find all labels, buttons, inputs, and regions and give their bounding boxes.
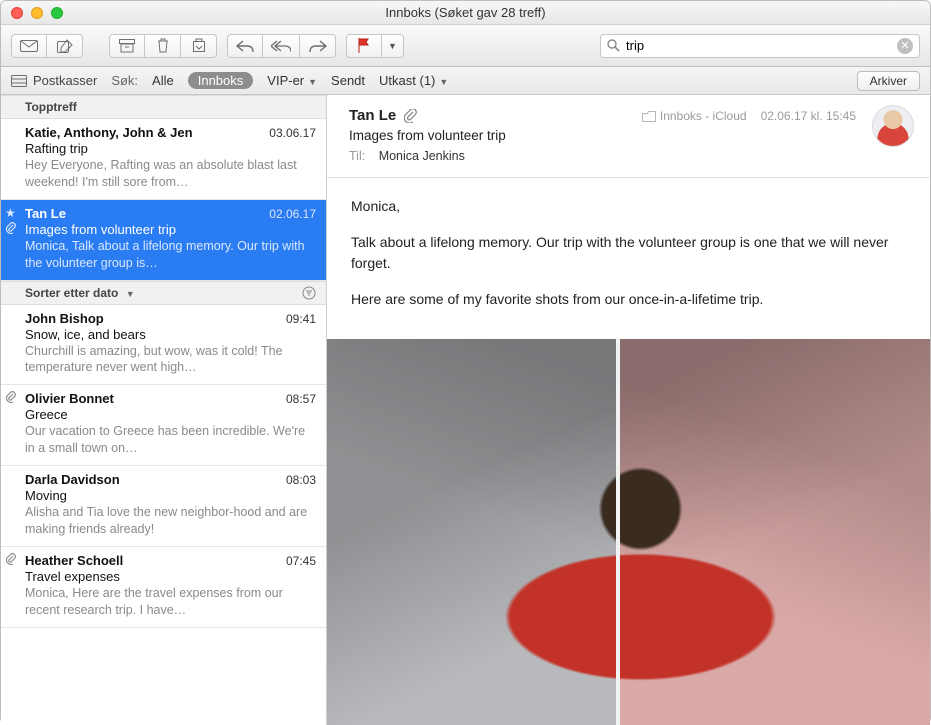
attachment-icon [5, 391, 16, 403]
toolbar: ▼ ✕ [1, 25, 930, 67]
body-paragraph: Talk about a lifelong memory. Our trip w… [351, 232, 906, 275]
folder-icon [642, 111, 656, 122]
top-hits-header: Topptreff [1, 95, 326, 119]
chevron-down-icon: ▼ [308, 77, 317, 87]
message-preview: Alisha and Tia love the new neighbor-hoo… [25, 504, 316, 538]
message-sender: Olivier Bonnet [25, 391, 114, 406]
chevron-down-icon: ▼ [388, 41, 397, 51]
reading-pane: Tan Le Innboks - iCloud 02.06.17 kl. 15:… [327, 95, 930, 725]
reply-icon [236, 40, 254, 52]
reply-all-icon [271, 40, 291, 52]
body-paragraph: Monica, [351, 196, 906, 218]
filter-icon[interactable] [302, 286, 316, 300]
message-row[interactable]: John Bishop 09:41 Snow, ice, and bears C… [1, 305, 326, 386]
message-subject: Moving [25, 488, 316, 503]
message-preview: Monica, Here are the travel expenses fro… [25, 585, 316, 619]
reader-from: Tan Le [349, 107, 396, 124]
reader-folder[interactable]: Innboks - iCloud [642, 109, 747, 123]
search-scope-label: Søk: [111, 73, 138, 88]
search-input[interactable] [626, 38, 897, 53]
scope-bar: Postkasser Søk: Alle Innboks VIP-er▼ Sen… [1, 67, 930, 95]
message-date: 08:03 [286, 473, 316, 487]
main-pane: Topptreff Katie, Anthony, John & Jen 03.… [1, 95, 930, 725]
star-icon: ★ [5, 206, 16, 220]
sort-header[interactable]: Sorter etter dato ▼ [1, 281, 326, 305]
archive-icon [119, 39, 135, 53]
message-date: 08:57 [286, 392, 316, 406]
attachment-icon [5, 553, 16, 565]
chevron-down-icon: ▼ [126, 289, 135, 299]
envelope-icon [20, 40, 38, 52]
archive-bar-button[interactable]: Arkiver [857, 71, 920, 91]
message-subject: Rafting trip [25, 141, 316, 156]
forward-icon [309, 40, 327, 52]
mailboxes-label: Postkasser [33, 73, 97, 88]
window-title: Innboks (Søket gav 28 treff) [1, 5, 930, 20]
forward-button[interactable] [300, 34, 336, 58]
avatar[interactable] [872, 105, 914, 147]
attachment-icon [404, 109, 417, 123]
delete-button[interactable] [145, 34, 181, 58]
message-sender: Tan Le [25, 206, 66, 221]
message-date: 07:45 [286, 554, 316, 568]
flag-menu-button[interactable]: ▼ [382, 34, 404, 58]
message-list[interactable]: Topptreff Katie, Anthony, John & Jen 03.… [1, 95, 327, 725]
archive-button[interactable] [109, 34, 145, 58]
message-row[interactable]: Darla Davidson 08:03 Moving Alisha and T… [1, 466, 326, 547]
message-sender: John Bishop [25, 311, 104, 326]
search-field-wrap: ✕ [600, 34, 920, 58]
message-subject: Travel expenses [25, 569, 316, 584]
scope-inbox[interactable]: Innboks [188, 72, 254, 89]
message-body: Monica, Talk about a lifelong memory. Ou… [327, 178, 930, 339]
scope-vip[interactable]: VIP-er▼ [267, 73, 317, 88]
message-date: 09:41 [286, 312, 316, 326]
message-row[interactable]: Katie, Anthony, John & Jen 03.06.17 Raft… [1, 119, 326, 200]
message-date: 03.06.17 [269, 126, 316, 140]
message-preview: Hey Everyone, Rafting was an absolute bl… [25, 157, 316, 191]
chevron-down-icon: ▼ [439, 77, 448, 87]
titlebar: Innboks (Søket gav 28 treff) [1, 1, 930, 25]
trash-icon [156, 38, 170, 53]
message-preview: Churchill is amazing, but wow, was it co… [25, 343, 316, 377]
message-preview: Monica, Talk about a lifelong memory. Ou… [25, 238, 316, 272]
junk-button[interactable] [181, 34, 217, 58]
reader-subject: Images from volunteer trip [349, 128, 914, 143]
body-paragraph: Here are some of my favorite shots from … [351, 289, 906, 311]
message-header: Tan Le Innboks - iCloud 02.06.17 kl. 15:… [327, 95, 930, 173]
reader-to-value: Monica Jenkins [379, 149, 465, 163]
flag-icon [357, 38, 371, 53]
message-subject: Images from volunteer trip [25, 222, 316, 237]
reader-datetime: 02.06.17 kl. 15:45 [761, 109, 856, 123]
search-icon [607, 39, 620, 52]
compose-icon [57, 39, 73, 53]
reply-all-button[interactable] [263, 34, 300, 58]
mailboxes-button[interactable]: Postkasser [11, 73, 97, 88]
scope-drafts[interactable]: Utkast (1)▼ [379, 73, 448, 88]
reader-to-label: Til: [349, 149, 365, 163]
message-row[interactable]: Olivier Bonnet 08:57 Greece Our vacation… [1, 385, 326, 466]
mailboxes-icon [11, 75, 27, 87]
reply-button[interactable] [227, 34, 263, 58]
message-sender: Darla Davidson [25, 472, 120, 487]
scope-sent[interactable]: Sendt [331, 73, 365, 88]
message-subject: Greece [25, 407, 316, 422]
message-sender: Heather Schoell [25, 553, 123, 568]
message-row[interactable]: ★ Tan Le 02.06.17 Images from volunteer … [1, 200, 326, 281]
scope-all[interactable]: Alle [152, 73, 174, 88]
message-row[interactable]: Heather Schoell 07:45 Travel expenses Mo… [1, 547, 326, 628]
message-date: 02.06.17 [269, 207, 316, 221]
message-preview: Our vacation to Greece has been incredib… [25, 423, 316, 457]
clear-search-button[interactable]: ✕ [897, 38, 913, 54]
inline-image[interactable] [327, 339, 930, 725]
flag-button[interactable] [346, 34, 382, 58]
message-sender: Katie, Anthony, John & Jen [25, 125, 193, 140]
get-mail-button[interactable] [11, 34, 47, 58]
message-subject: Snow, ice, and bears [25, 327, 316, 342]
junk-icon [191, 38, 207, 53]
attachment-icon [5, 222, 16, 234]
compose-button[interactable] [47, 34, 83, 58]
